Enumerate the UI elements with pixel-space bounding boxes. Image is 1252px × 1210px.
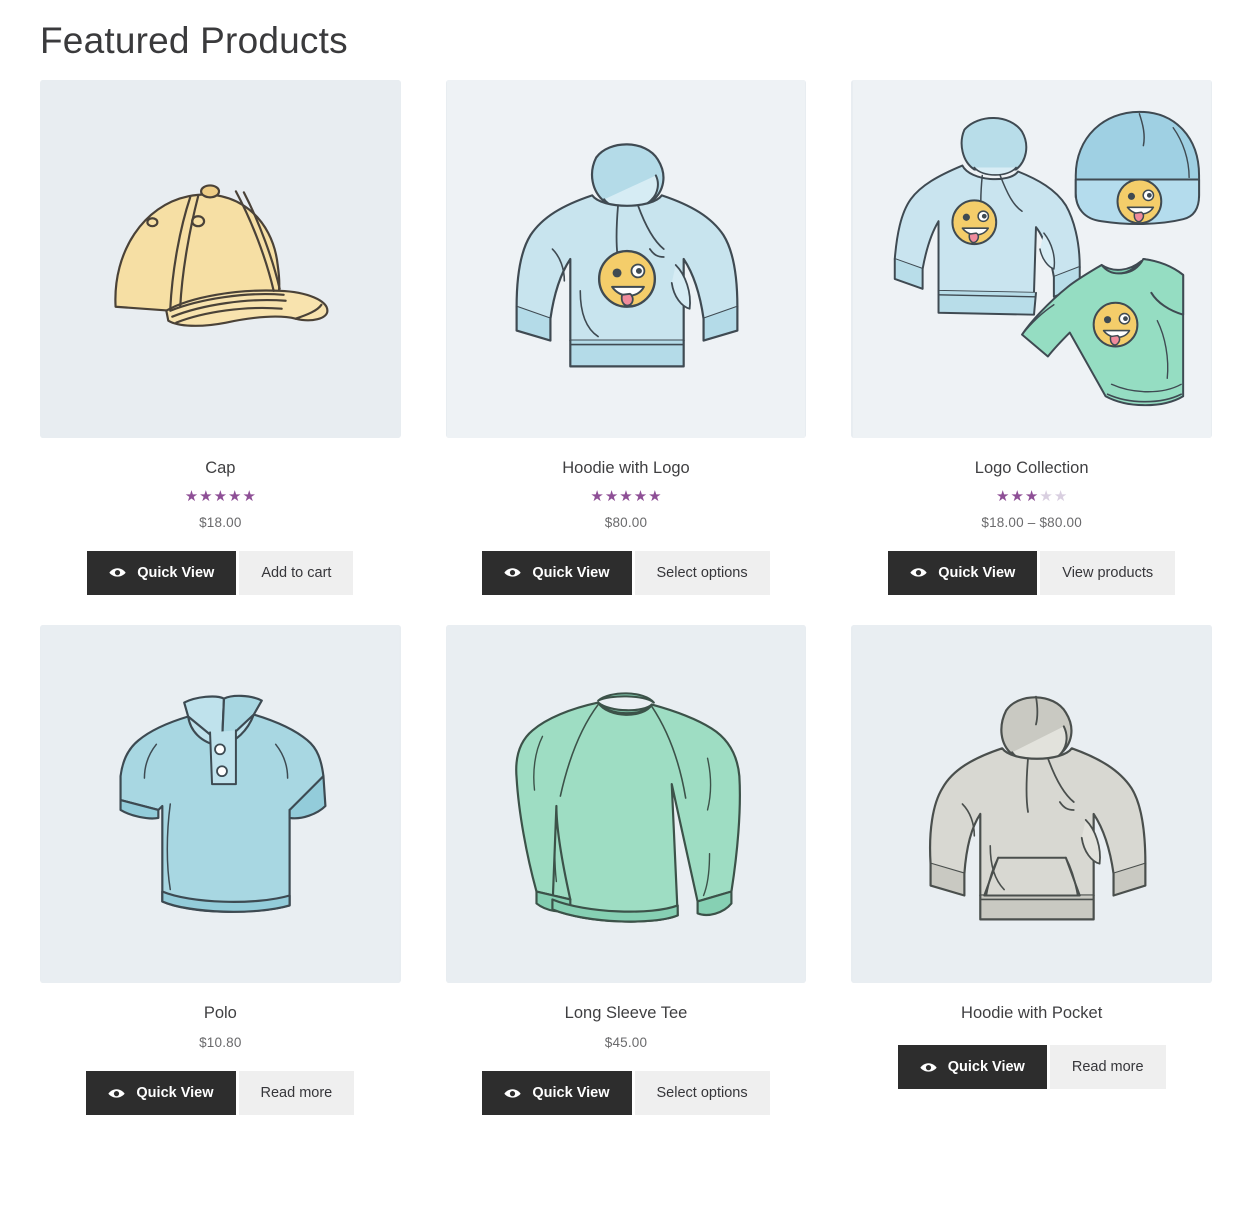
product-actions: Quick View Select options <box>482 1071 770 1116</box>
product-card: Polo $10.80 Quick View Read more <box>40 624 401 1145</box>
product-action-button[interactable]: Select options <box>634 1071 770 1116</box>
product-price: $18.00 – $80.00 <box>981 514 1082 530</box>
quick-view-label: Quick View <box>532 564 610 581</box>
star-filled-icon: ★ <box>619 487 633 505</box>
product-action-button[interactable]: Select options <box>634 550 770 595</box>
product-title[interactable]: Logo Collection <box>975 458 1089 479</box>
eye-icon <box>109 567 126 578</box>
eye-icon <box>108 1088 126 1099</box>
product-image-cap-illustration[interactable] <box>40 80 401 439</box>
product-image-logo-collection-illustration[interactable] <box>851 80 1212 439</box>
product-actions: Quick View Select options <box>482 550 770 595</box>
product-actions: Quick View Add to cart <box>87 550 354 595</box>
quick-view-label: Quick View <box>532 1085 610 1102</box>
star-filled-icon: ★ <box>184 487 199 505</box>
product-title[interactable]: Cap <box>205 458 235 479</box>
product-price: $18.00 <box>199 514 242 530</box>
eye-icon <box>504 1088 521 1099</box>
featured-products-page: Featured Products Cap ★ ★ ★ ★ ★ $18.00 Quick Vi… <box>0 0 1252 1145</box>
star-filled-icon: ★ <box>199 487 213 505</box>
star-filled-icon: ★ <box>604 487 619 505</box>
star-rating: ★ ★ ★ ★ ★ <box>590 489 661 504</box>
product-action-button[interactable]: Read more <box>238 1071 355 1116</box>
product-action-button[interactable]: View products <box>1040 550 1176 595</box>
quick-view-label: Quick View <box>137 564 215 581</box>
product-grid: Cap ★ ★ ★ ★ ★ $18.00 Quick View Add to cart Hood… <box>40 80 1212 1145</box>
product-price: $10.80 <box>199 1035 242 1051</box>
quick-view-label: Quick View <box>938 564 1016 581</box>
quick-view-button[interactable]: Quick View <box>897 1045 1047 1090</box>
product-price: $80.00 <box>604 514 648 530</box>
star-filled-icon: ★ <box>213 487 228 505</box>
star-rating: ★ ★ ★ ★ ★ <box>185 489 256 504</box>
star-filled-icon: ★ <box>633 487 648 505</box>
star-empty-icon: ★ <box>1039 487 1053 505</box>
product-card: Logo Collection ★ ★ ★ ★ ★ $18.00 – $80.00 Quick… <box>851 80 1212 624</box>
quick-view-button[interactable]: Quick View <box>87 550 237 595</box>
product-image-hoodie-with-pocket-illustration[interactable] <box>851 624 1212 983</box>
quick-view-button[interactable]: Quick View <box>86 1071 236 1116</box>
quick-view-button[interactable]: Quick View <box>482 550 632 595</box>
product-title[interactable]: Hoodie with Logo <box>562 458 690 479</box>
star-empty-icon: ★ <box>1053 487 1068 505</box>
quick-view-button[interactable]: Quick View <box>482 1071 632 1116</box>
star-filled-icon: ★ <box>590 487 604 505</box>
star-filled-icon: ★ <box>1010 487 1024 505</box>
product-action-button[interactable]: Add to cart <box>239 550 354 595</box>
page-title: Featured Products <box>40 20 348 61</box>
product-price: $45.00 <box>604 1035 648 1051</box>
product-image-hoodie-with-logo-illustration[interactable] <box>445 80 807 439</box>
product-actions: Quick View Read more <box>86 1071 355 1116</box>
quick-view-button[interactable]: Quick View <box>888 550 1038 595</box>
product-actions: Quick View Read more <box>897 1045 1166 1090</box>
eye-icon <box>920 1062 937 1073</box>
product-image-polo-illustration[interactable] <box>40 624 401 983</box>
product-card: Hoodie with Pocket Quick View Read more <box>851 624 1212 1145</box>
product-title[interactable]: Polo <box>204 1003 237 1024</box>
product-image-long-sleeve-tee-illustration[interactable] <box>445 624 807 983</box>
product-card: Cap ★ ★ ★ ★ ★ $18.00 Quick View Add to cart <box>40 80 401 624</box>
star-rating: ★ ★ ★ ★ ★ <box>996 489 1067 504</box>
product-actions: Quick View View products <box>888 550 1176 595</box>
product-title[interactable]: Hoodie with Pocket <box>961 1003 1102 1024</box>
eye-icon <box>910 567 927 578</box>
star-filled-icon: ★ <box>242 487 256 505</box>
product-action-button[interactable]: Read more <box>1049 1045 1166 1090</box>
eye-icon <box>504 567 521 578</box>
star-filled-icon: ★ <box>228 487 242 505</box>
product-card: Long Sleeve Tee $45.00 Quick View Select op… <box>445 624 807 1145</box>
star-filled-icon: ★ <box>1024 487 1039 505</box>
quick-view-label: Quick View <box>136 1085 214 1102</box>
product-title[interactable]: Long Sleeve Tee <box>565 1003 688 1024</box>
star-filled-icon: ★ <box>648 487 662 505</box>
star-filled-icon: ★ <box>996 487 1010 505</box>
product-card: Hoodie with Logo ★ ★ ★ ★ ★ $80.00 Quick View Sel… <box>445 80 807 624</box>
quick-view-label: Quick View <box>947 1059 1025 1076</box>
